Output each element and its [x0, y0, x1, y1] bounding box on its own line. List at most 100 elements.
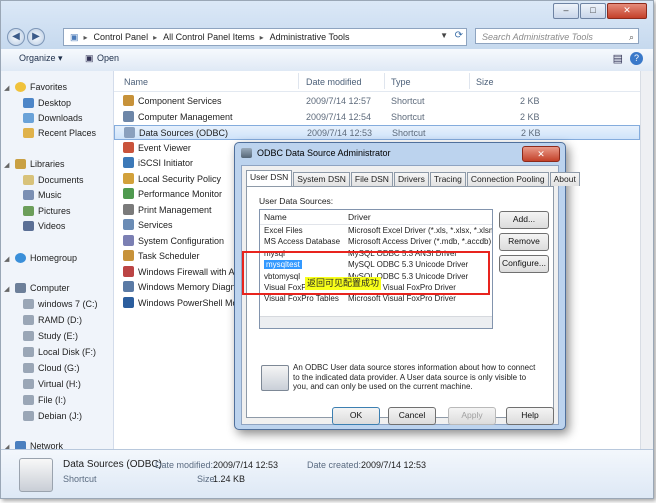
nav-drive[interactable]: Study (E:)	[23, 331, 78, 341]
drive-icon	[23, 379, 34, 389]
search-input[interactable]: Search Administrative Tools ⌕	[475, 28, 639, 44]
shortcut-icon	[123, 296, 134, 308]
nav-drive[interactable]: RAMD (D:)	[23, 315, 82, 325]
nav-downloads[interactable]: Downloads	[23, 113, 83, 123]
breadcrumb-control-panel[interactable]: Control Panel	[94, 32, 149, 42]
breadcrumb-all-items[interactable]: All Control Panel Items	[163, 32, 255, 42]
shortcut-icon	[123, 265, 134, 277]
nav-drive[interactable]: windows 7 (C:)	[23, 299, 98, 309]
column-size[interactable]: Size	[476, 77, 494, 87]
file-date: 2009/7/14 12:54	[306, 111, 372, 122]
maximize-button[interactable]: □	[580, 3, 606, 19]
tab-about[interactable]: About	[549, 172, 580, 186]
list-header-name[interactable]: Name	[264, 212, 287, 222]
file-name: Windows Memory Diagno	[138, 282, 241, 292]
file-row[interactable]: Data Sources (ODBC) 2009/7/14 12:53 Shortc…	[114, 125, 640, 140]
navigation-pane: ◢ Favorites Desktop Downloads Recent Pla…	[1, 71, 114, 449]
help-button[interactable]: Help	[506, 407, 554, 425]
nav-music[interactable]: Music	[23, 190, 62, 200]
odbc-icon	[241, 148, 252, 158]
shortcut-icon	[123, 110, 134, 122]
details-created-label: Date created:	[307, 460, 362, 470]
expand-arrow-icon[interactable]: ◢	[4, 285, 9, 293]
minimize-button[interactable]: –	[553, 3, 579, 19]
nav-homegroup[interactable]: Homegroup	[15, 253, 77, 263]
forward-arrow-icon[interactable]: ▶	[27, 28, 45, 46]
vertical-scrollbar[interactable]	[640, 71, 653, 449]
videos-icon	[23, 221, 34, 231]
file-row[interactable]: Computer Management 2009/7/14 12:54 Shortc…	[114, 110, 640, 125]
remove-button[interactable]: Remove	[499, 233, 549, 251]
ok-button[interactable]: OK	[332, 407, 380, 425]
search-placeholder: Search Administrative Tools	[482, 32, 593, 42]
help-icon[interactable]: ?	[630, 52, 643, 65]
file-type: Shortcut	[391, 96, 425, 106]
nav-computer[interactable]: Computer	[15, 283, 70, 293]
nav-drive[interactable]: Debian (J:)	[23, 411, 82, 421]
nav-documents[interactable]: Documents	[23, 175, 84, 185]
tab-file-dsn[interactable]: File DSN	[350, 172, 393, 186]
back-arrow-icon[interactable]: ◀	[7, 28, 25, 46]
nav-drive[interactable]: Cloud (G:)	[23, 363, 80, 373]
star-icon	[15, 82, 26, 92]
nav-videos[interactable]: Videos	[23, 221, 65, 231]
open-button[interactable]: Open	[97, 53, 119, 63]
column-date-modified[interactable]: Date modified	[306, 77, 362, 87]
expand-arrow-icon[interactable]: ◢	[4, 84, 9, 92]
nav-desktop[interactable]: Desktop	[23, 98, 71, 108]
dsn-row[interactable]: MS Access Database Microsoft Access Drive…	[260, 237, 492, 248]
nav-drive[interactable]: File (I:)	[23, 395, 66, 405]
view-options-icon[interactable]: ▤	[613, 52, 623, 65]
dialog-title: ODBC Data Source Administrator	[257, 148, 391, 158]
dsn-info-icon	[261, 365, 289, 391]
file-name: Local Security Policy	[138, 173, 222, 184]
nav-pictures[interactable]: Pictures	[23, 206, 71, 216]
file-name: Event Viewer	[138, 142, 191, 153]
cancel-button[interactable]: Cancel	[388, 407, 436, 425]
dsn-driver: Microsoft Visual FoxPro Driver	[348, 294, 456, 304]
details-size-value: 1.24 KB	[213, 474, 246, 484]
file-size: 2 KB	[520, 96, 540, 106]
tab-drivers[interactable]: Drivers	[393, 172, 429, 186]
search-icon[interactable]: ⌕	[629, 29, 634, 45]
shortcut-icon	[123, 172, 134, 184]
list-header-driver[interactable]: Driver	[348, 212, 371, 222]
shortcut-icon	[123, 234, 134, 246]
dialog-close-button[interactable]: ✕	[522, 146, 560, 162]
tab-connection-pooling[interactable]: Connection Pooling	[466, 172, 549, 186]
apply-button[interactable]: Apply	[448, 407, 496, 425]
open-icon: ▣	[85, 53, 94, 63]
column-type[interactable]: Type	[391, 77, 411, 87]
tab-user-dsn[interactable]: User DSN	[246, 170, 293, 186]
horizontal-scrollbar[interactable]	[260, 316, 492, 328]
details-modified-label: Date modified:	[155, 460, 214, 470]
dsn-row[interactable]: Excel Files Microsoft Excel Driver (*.xls…	[260, 226, 492, 237]
dsn-row[interactable]: Visual FoxPro Tables Microsoft Visual Fox…	[260, 294, 492, 305]
expand-arrow-icon[interactable]: ◢	[4, 255, 9, 263]
details-name: Data Sources (ODBC)	[63, 459, 162, 470]
column-name[interactable]: Name	[124, 77, 148, 87]
expand-arrow-icon[interactable]: ◢	[4, 161, 9, 169]
file-row[interactable]: Component Services 2009/7/14 12:57 Shortcu…	[114, 94, 640, 109]
nav-libraries[interactable]: Libraries	[15, 159, 65, 169]
close-button[interactable]: ✕	[607, 3, 647, 19]
dsn-driver: Microsoft Excel Driver (*.xls, *.xlsx, *…	[348, 226, 493, 235]
nav-drive[interactable]: Local Disk (F:)	[23, 347, 96, 357]
file-size: 2 KB	[521, 128, 541, 138]
drive-icon	[23, 347, 34, 357]
address-bar[interactable]: ▣ ▸ Control Panel ▸ All Control Panel It…	[63, 28, 467, 46]
drive-icon	[23, 331, 34, 341]
organize-button[interactable]: Organize ▾	[19, 53, 63, 64]
nav-drive[interactable]: Virtual (H:)	[23, 379, 81, 389]
nav-recent-places[interactable]: Recent Places	[23, 128, 96, 138]
file-size: 2 KB	[520, 111, 540, 122]
configure-button[interactable]: Configure...	[499, 255, 549, 273]
address-dropdown-icon[interactable]: ▼	[440, 31, 448, 40]
tab-tracing[interactable]: Tracing	[429, 172, 466, 186]
nav-favorites[interactable]: Favorites	[15, 82, 67, 92]
tab-system-dsn[interactable]: System DSN	[293, 172, 350, 186]
breadcrumb-admin-tools[interactable]: Administrative Tools	[270, 32, 350, 42]
add-button[interactable]: Add...	[499, 211, 549, 229]
refresh-icon[interactable]: ⟳	[455, 30, 463, 41]
nav-network[interactable]: Network	[15, 441, 63, 449]
